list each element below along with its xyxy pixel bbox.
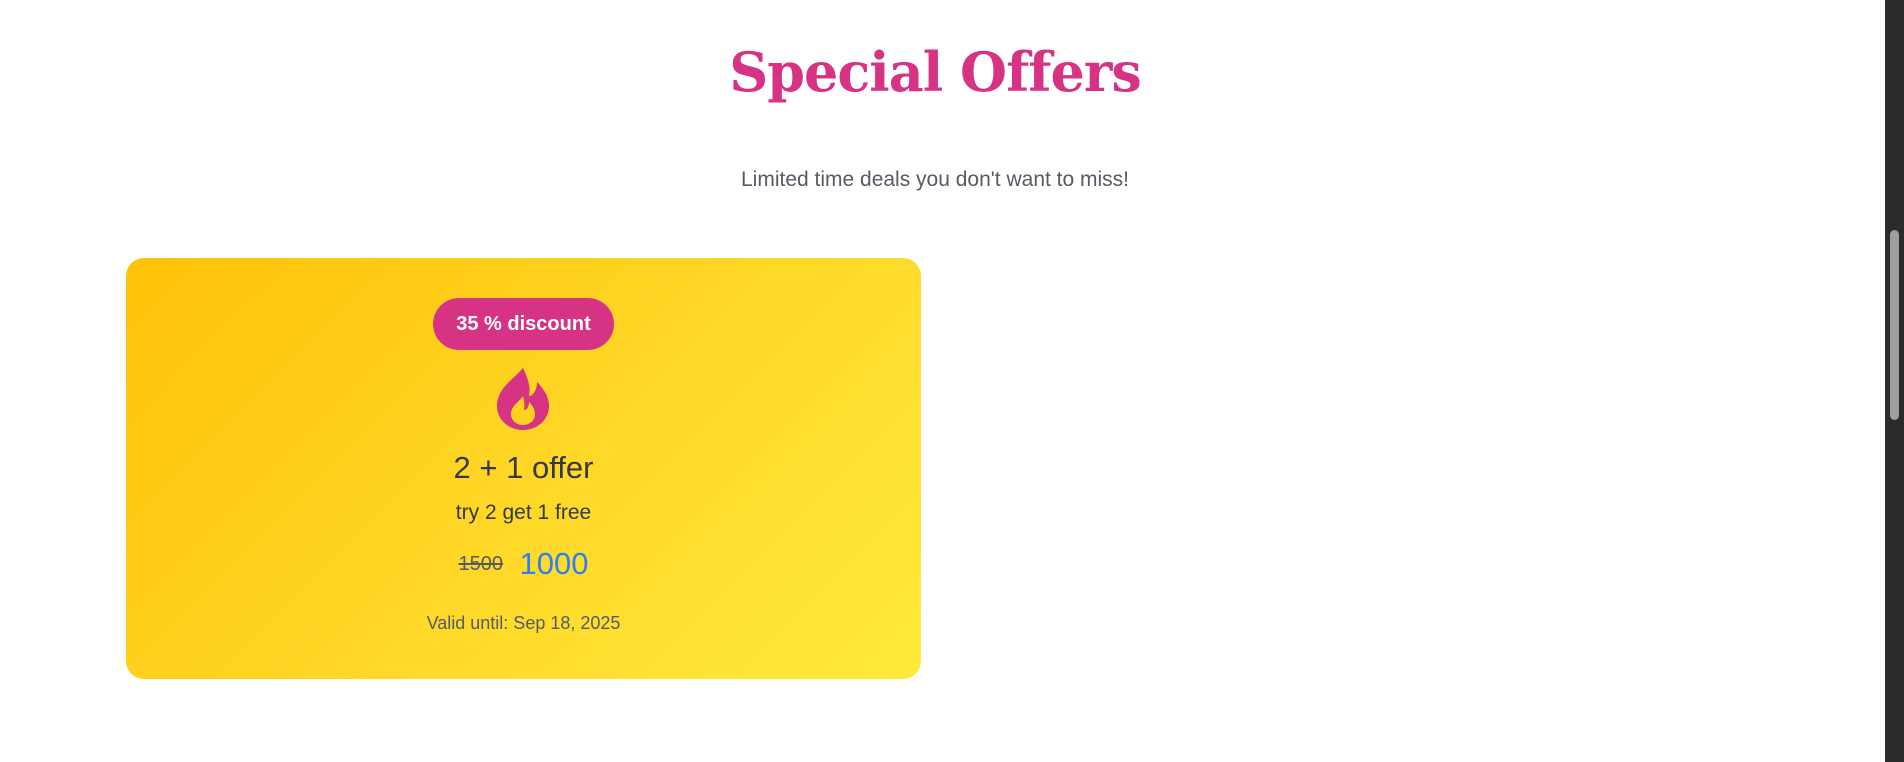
page: Special Offers Limited time deals you do… xyxy=(0,0,1885,762)
scrollbar-thumb[interactable] xyxy=(1890,230,1899,420)
offer-card[interactable]: 35 % discount 2 + 1 offer try 2 get 1 fr… xyxy=(126,258,921,679)
section-title: Special Offers xyxy=(729,40,1142,104)
price-row: 1500 1000 xyxy=(126,546,921,582)
offer-description: try 2 get 1 free xyxy=(455,501,592,524)
scrollbar-track[interactable] xyxy=(1885,0,1904,762)
new-price: 1000 xyxy=(519,546,589,581)
old-price: 1500 xyxy=(458,552,504,575)
fire-icon xyxy=(497,368,549,430)
offer-title: 2 + 1 offer xyxy=(453,450,594,485)
section-subtitle: Limited time deals you don't want to mis… xyxy=(740,168,1130,191)
discount-badge: 35 % discount xyxy=(433,298,614,350)
valid-until: Valid until: Sep 18, 2025 xyxy=(426,613,621,633)
